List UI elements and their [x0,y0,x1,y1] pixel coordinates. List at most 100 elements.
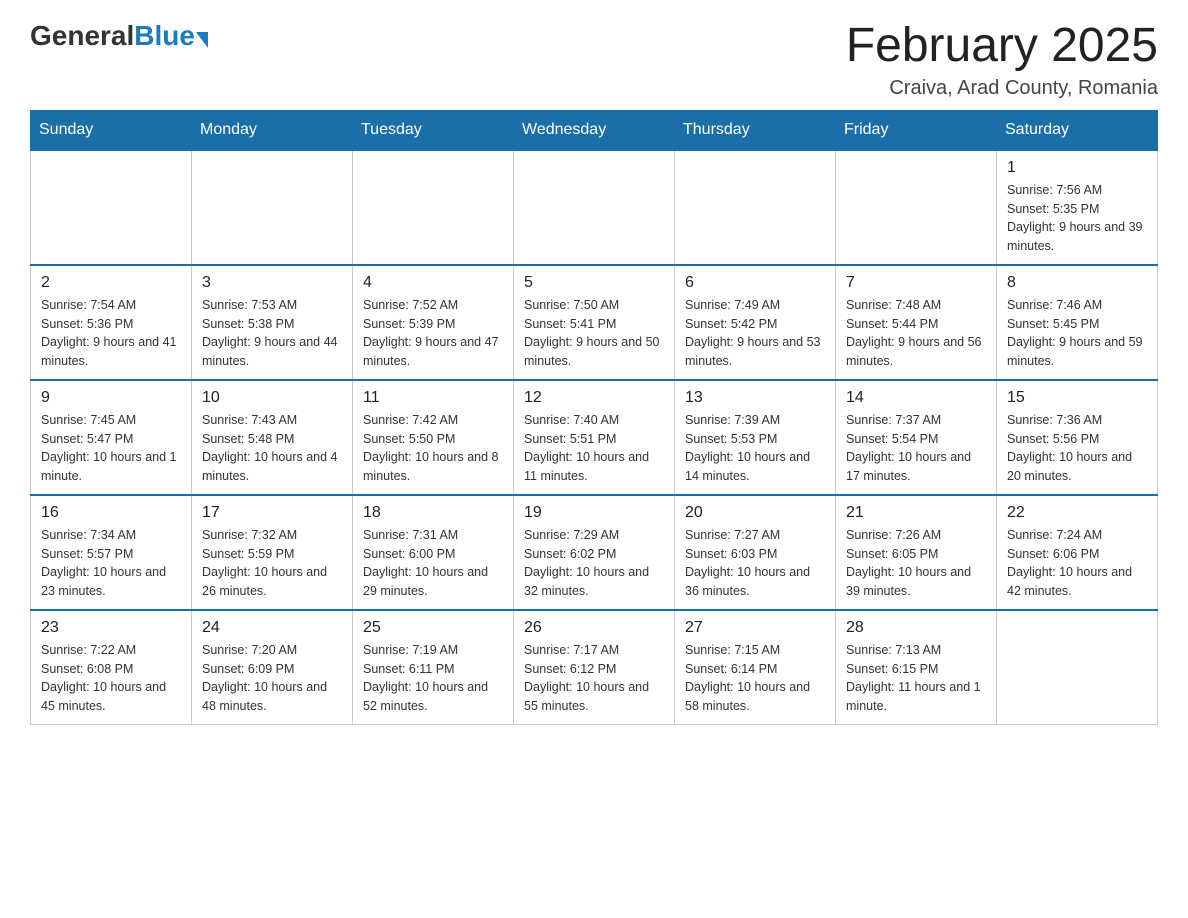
calendar-cell [192,150,353,265]
day-number: 15 [1007,389,1147,407]
calendar-cell: 3 Sunrise: 7:53 AMSunset: 5:38 PMDaylight… [192,265,353,380]
calendar-cell: 19 Sunrise: 7:29 AMSunset: 6:02 PMDayligh… [514,495,675,610]
location-subtitle: Craiva, Arad County, Romania [846,77,1158,100]
calendar-cell: 17 Sunrise: 7:32 AMSunset: 5:59 PMDayligh… [192,495,353,610]
calendar-cell: 28Sunrise: 7:13 AMSunset: 6:15 PMDayligh… [836,610,997,725]
calendar-cell: 25 Sunrise: 7:19 AMSunset: 6:11 PMDayligh… [353,610,514,725]
day-info: Sunrise: 7:29 AMSunset: 6:02 PMDaylight:… [524,526,664,601]
day-info: Sunrise: 7:17 AMSunset: 6:12 PMDaylight:… [524,641,664,716]
calendar-cell [514,150,675,265]
logo-text-general: General [30,20,134,52]
page-header: General Blue February 2025 Craiva, Arad … [30,20,1158,100]
day-info: Sunrise: 7:15 AMSunset: 6:14 PMDaylight:… [685,641,825,716]
day-number: 12 [524,389,664,407]
calendar-cell: 7 Sunrise: 7:48 AMSunset: 5:44 PMDaylight… [836,265,997,380]
day-number: 19 [524,504,664,522]
col-header-friday: Friday [836,110,997,150]
calendar-cell: 24Sunrise: 7:20 AMSunset: 6:09 PMDayligh… [192,610,353,725]
calendar-cell: 27 Sunrise: 7:15 AMSunset: 6:14 PMDayligh… [675,610,836,725]
day-number: 17 [202,504,342,522]
day-number: 5 [524,274,664,292]
week-row-3: 9Sunrise: 7:45 AMSunset: 5:47 PMDaylight… [31,380,1158,495]
day-info: Sunrise: 7:40 AMSunset: 5:51 PMDaylight:… [524,411,664,486]
calendar-cell [31,150,192,265]
day-number: 1 [1007,159,1147,177]
day-number: 22 [1007,504,1147,522]
logo-triangle-icon [196,32,208,48]
calendar-cell: 2 Sunrise: 7:54 AMSunset: 5:36 PMDaylight… [31,265,192,380]
col-header-monday: Monday [192,110,353,150]
calendar-cell: 21 Sunrise: 7:26 AMSunset: 6:05 PMDayligh… [836,495,997,610]
calendar-cell: 14 Sunrise: 7:37 AMSunset: 5:54 PMDayligh… [836,380,997,495]
calendar-cell: 10 Sunrise: 7:43 AMSunset: 5:48 PMDayligh… [192,380,353,495]
day-info: Sunrise: 7:19 AMSunset: 6:11 PMDaylight:… [363,641,503,716]
calendar-cell [353,150,514,265]
calendar-cell: 23 Sunrise: 7:22 AMSunset: 6:08 PMDayligh… [31,610,192,725]
day-info: Sunrise: 7:31 AMSunset: 6:00 PMDaylight:… [363,526,503,601]
calendar-table: SundayMondayTuesdayWednesdayThursdayFrid… [30,110,1158,725]
day-info: Sunrise: 7:53 AMSunset: 5:38 PMDaylight:… [202,296,342,371]
day-info: Sunrise: 7:32 AMSunset: 5:59 PMDaylight:… [202,526,342,601]
day-info: Sunrise: 7:43 AMSunset: 5:48 PMDaylight:… [202,411,342,486]
day-number: 24 [202,619,342,637]
day-info: Sunrise: 7:49 AMSunset: 5:42 PMDaylight:… [685,296,825,371]
day-number: 7 [846,274,986,292]
col-header-thursday: Thursday [675,110,836,150]
title-section: February 2025 Craiva, Arad County, Roman… [846,20,1158,100]
calendar-cell [675,150,836,265]
day-info: Sunrise: 7:34 AMSunset: 5:57 PMDaylight:… [41,526,181,601]
day-number: 6 [685,274,825,292]
day-number: 27 [685,619,825,637]
day-number: 11 [363,389,503,407]
day-number: 10 [202,389,342,407]
day-info: Sunrise: 7:24 AMSunset: 6:06 PMDaylight:… [1007,526,1147,601]
week-row-2: 2 Sunrise: 7:54 AMSunset: 5:36 PMDaylight… [31,265,1158,380]
calendar-cell: 26Sunrise: 7:17 AMSunset: 6:12 PMDayligh… [514,610,675,725]
week-row-4: 16Sunrise: 7:34 AMSunset: 5:57 PMDayligh… [31,495,1158,610]
day-number: 25 [363,619,503,637]
day-number: 14 [846,389,986,407]
calendar-cell: 16Sunrise: 7:34 AMSunset: 5:57 PMDayligh… [31,495,192,610]
day-info: Sunrise: 7:56 AMSunset: 5:35 PMDaylight:… [1007,181,1147,256]
day-number: 28 [846,619,986,637]
day-info: Sunrise: 7:54 AMSunset: 5:36 PMDaylight:… [41,296,181,371]
day-number: 20 [685,504,825,522]
day-number: 3 [202,274,342,292]
col-header-saturday: Saturday [997,110,1158,150]
day-info: Sunrise: 7:46 AMSunset: 5:45 PMDaylight:… [1007,296,1147,371]
week-row-5: 23 Sunrise: 7:22 AMSunset: 6:08 PMDayligh… [31,610,1158,725]
calendar-cell: 15Sunrise: 7:36 AMSunset: 5:56 PMDayligh… [997,380,1158,495]
calendar-cell: 11 Sunrise: 7:42 AMSunset: 5:50 PMDayligh… [353,380,514,495]
calendar-cell [997,610,1158,725]
day-info: Sunrise: 7:52 AMSunset: 5:39 PMDaylight:… [363,296,503,371]
day-info: Sunrise: 7:37 AMSunset: 5:54 PMDaylight:… [846,411,986,486]
day-number: 2 [41,274,181,292]
day-info: Sunrise: 7:48 AMSunset: 5:44 PMDaylight:… [846,296,986,371]
calendar-cell: 1 Sunrise: 7:56 AMSunset: 5:35 PMDaylight… [997,150,1158,265]
month-title: February 2025 [846,20,1158,73]
week-row-1: 1 Sunrise: 7:56 AMSunset: 5:35 PMDaylight… [31,150,1158,265]
day-info: Sunrise: 7:39 AMSunset: 5:53 PMDaylight:… [685,411,825,486]
calendar-cell: 9Sunrise: 7:45 AMSunset: 5:47 PMDaylight… [31,380,192,495]
day-info: Sunrise: 7:45 AMSunset: 5:47 PMDaylight:… [41,411,181,486]
day-info: Sunrise: 7:27 AMSunset: 6:03 PMDaylight:… [685,526,825,601]
calendar-cell: 18 Sunrise: 7:31 AMSunset: 6:00 PMDayligh… [353,495,514,610]
calendar-cell: 22 Sunrise: 7:24 AMSunset: 6:06 PMDayligh… [997,495,1158,610]
day-number: 13 [685,389,825,407]
calendar-cell: 8 Sunrise: 7:46 AMSunset: 5:45 PMDaylight… [997,265,1158,380]
calendar-cell: 20 Sunrise: 7:27 AMSunset: 6:03 PMDayligh… [675,495,836,610]
calendar-cell: 5 Sunrise: 7:50 AMSunset: 5:41 PMDaylight… [514,265,675,380]
day-number: 23 [41,619,181,637]
day-info: Sunrise: 7:50 AMSunset: 5:41 PMDaylight:… [524,296,664,371]
calendar-header-row: SundayMondayTuesdayWednesdayThursdayFrid… [31,110,1158,150]
col-header-tuesday: Tuesday [353,110,514,150]
day-number: 21 [846,504,986,522]
day-info: Sunrise: 7:22 AMSunset: 6:08 PMDaylight:… [41,641,181,716]
day-number: 18 [363,504,503,522]
day-info: Sunrise: 7:26 AMSunset: 6:05 PMDaylight:… [846,526,986,601]
logo-text-blue: Blue [134,20,195,52]
calendar-cell: 6 Sunrise: 7:49 AMSunset: 5:42 PMDaylight… [675,265,836,380]
day-number: 8 [1007,274,1147,292]
day-info: Sunrise: 7:42 AMSunset: 5:50 PMDaylight:… [363,411,503,486]
calendar-cell: 12 Sunrise: 7:40 AMSunset: 5:51 PMDayligh… [514,380,675,495]
